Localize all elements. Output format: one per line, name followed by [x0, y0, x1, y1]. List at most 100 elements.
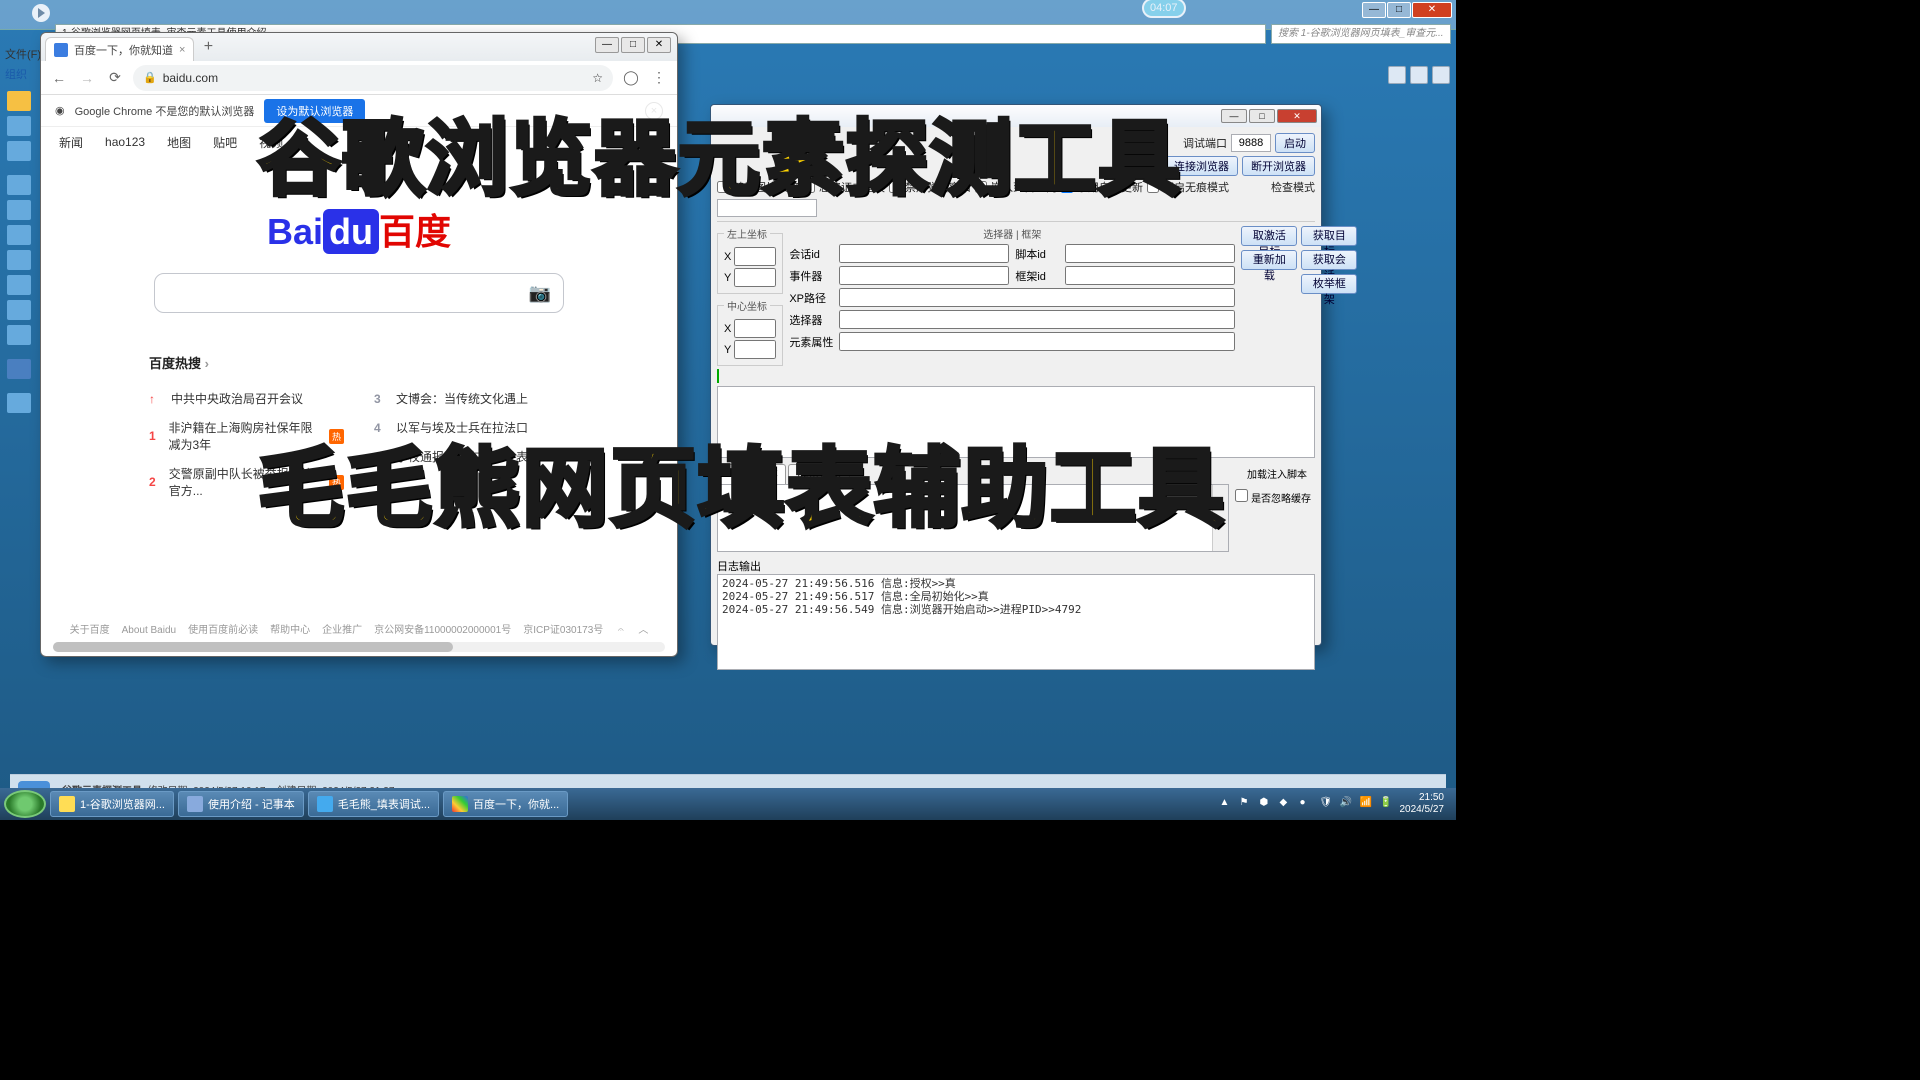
log-label: 日志输出 — [717, 558, 1315, 574]
frame-input[interactable] — [1065, 266, 1235, 285]
taskbar-item[interactable]: 1-谷歌浏览器网... — [50, 791, 174, 817]
volume-icon[interactable]: 🔊 — [1340, 797, 1354, 811]
explorer-menu[interactable]: 文件(F) — [5, 46, 41, 62]
script-input[interactable] — [1065, 244, 1235, 263]
folder-icon[interactable] — [7, 225, 31, 245]
clock[interactable]: 21:502024/5/27 — [1400, 792, 1445, 816]
reload-button[interactable]: 重新加载 — [1241, 250, 1297, 270]
topleft-coords: 左上坐标 X Y — [717, 226, 783, 294]
minimize-icon[interactable]: — — [595, 37, 619, 53]
profile-icon[interactable]: ◯ — [621, 68, 641, 88]
minimize-icon[interactable]: — — [1362, 2, 1386, 18]
port-input[interactable] — [1231, 134, 1271, 152]
battery-icon[interactable]: 🔋 — [1380, 797, 1394, 811]
overlay-title-1: 谷歌浏览器元素探测工具 — [258, 92, 1182, 211]
system-tray: ▲ ⚑ ⬢ ◆ ● 🛡 🔊 📶 🔋 21:502024/5/27 — [1220, 792, 1453, 816]
close-icon[interactable]: ✕ — [1412, 2, 1452, 18]
favorites-icon[interactable] — [7, 91, 31, 111]
tray-icon[interactable]: ● — [1300, 797, 1314, 811]
disconnect-button[interactable]: 断开浏览器 — [1242, 156, 1315, 176]
taskbar: 1-谷歌浏览器网... 使用介绍 - 记事本 毛毛熊_填表调试... 百度一下，… — [0, 788, 1456, 820]
folder-icon[interactable] — [7, 200, 31, 220]
tray-icon[interactable]: ◆ — [1280, 797, 1294, 811]
get-session-button[interactable]: 获取会话 — [1301, 250, 1357, 270]
camera-icon[interactable]: 📷 — [529, 283, 551, 304]
shield-icon[interactable]: 🛡 — [1320, 797, 1334, 811]
address-bar[interactable]: 🔒 baidu.com ☆ — [133, 65, 613, 91]
cy-input[interactable] — [734, 340, 776, 359]
tray-icon[interactable]: ▲ — [1220, 797, 1234, 811]
explorer-toolbar[interactable]: 组织 — [5, 66, 27, 82]
horizontal-scrollbar[interactable] — [53, 642, 665, 652]
infobar-text: Google Chrome 不是您的默认浏览器 — [75, 103, 255, 119]
maximize-icon[interactable]: □ — [1387, 2, 1411, 18]
attr-input[interactable] — [839, 332, 1235, 351]
taskbar-item[interactable]: 百度一下，你就... — [443, 791, 568, 817]
nav-link[interactable]: 地图 — [167, 134, 191, 151]
preview-icon[interactable] — [1410, 66, 1428, 84]
center-coords: 中心坐标 X Y — [717, 298, 783, 366]
hot-item[interactable]: ↑中共中央政治局召开会议 — [149, 384, 344, 413]
folder-icon[interactable] — [7, 116, 31, 136]
network-icon[interactable]: 📶 — [1360, 797, 1374, 811]
tab-title: 百度一下，你就知道 — [74, 42, 173, 58]
ignore-cache-check[interactable] — [1235, 489, 1248, 502]
new-tab-button[interactable]: + — [198, 37, 218, 57]
selector-input[interactable] — [839, 310, 1235, 329]
nav-link[interactable]: 贴吧 — [213, 134, 237, 151]
close-icon[interactable]: ✕ — [647, 37, 671, 53]
tray-icon[interactable]: ⚑ — [1240, 797, 1254, 811]
network-icon[interactable] — [7, 393, 31, 413]
enum-frame-button[interactable]: 枚举框架 — [1301, 274, 1357, 294]
maximize-icon[interactable]: □ — [1249, 109, 1275, 123]
menu-icon[interactable]: ⋮ — [649, 68, 669, 88]
taskbar-item[interactable]: 使用介绍 - 记事本 — [178, 791, 304, 817]
star-icon[interactable]: ☆ — [592, 71, 603, 85]
back-icon[interactable]: ← — [49, 68, 69, 88]
search-input[interactable]: 📷 — [154, 273, 564, 313]
app-icon — [317, 796, 333, 812]
folder-icon — [59, 796, 75, 812]
hot-item[interactable]: 3文博会：当传统文化遇上 — [374, 384, 569, 413]
explorer-window-controls: — □ ✕ — [1362, 2, 1452, 18]
maximize-icon[interactable]: □ — [621, 37, 645, 53]
lock-icon: 🔒 — [143, 71, 157, 84]
start-button[interactable] — [4, 790, 46, 818]
minimize-icon[interactable]: — — [1221, 109, 1247, 123]
help-icon[interactable] — [1432, 66, 1450, 84]
cx-input[interactable] — [734, 319, 776, 338]
event-input[interactable] — [839, 266, 1009, 285]
chrome-icon — [452, 796, 468, 812]
folder-icon[interactable] — [7, 300, 31, 320]
get-active-button[interactable]: 取激活目标 — [1241, 226, 1297, 246]
log-output[interactable]: 2024-05-27 21:49:56.516 信息:授权>>真 2024-05… — [717, 574, 1315, 670]
close-icon[interactable]: ✕ — [1277, 109, 1317, 123]
tab-close-icon[interactable]: × — [179, 44, 185, 56]
tray-icon[interactable]: ⬢ — [1260, 797, 1274, 811]
folder-icon[interactable] — [7, 141, 31, 161]
browser-tab[interactable]: 百度一下，你就知道 × — [45, 37, 194, 61]
get-target-button[interactable]: 获取目标 — [1301, 226, 1357, 246]
taskbar-item[interactable]: 毛毛熊_填表调试... — [308, 791, 439, 817]
folder-icon[interactable] — [7, 325, 31, 345]
chevron-up-icon[interactable]: ︿ — [638, 625, 648, 636]
nav-link[interactable]: hao123 — [105, 135, 145, 149]
nav-link[interactable]: 新闻 — [59, 134, 83, 151]
y-input[interactable] — [734, 268, 776, 287]
session-input[interactable] — [839, 244, 1009, 263]
overlay-title-2: 毛毛熊网页填表辅助工具 — [258, 418, 1226, 543]
xpath-input[interactable] — [839, 288, 1235, 307]
reload-icon[interactable]: ⟳ — [105, 68, 125, 88]
homegroup-icon[interactable] — [7, 359, 31, 379]
view-icon[interactable] — [1388, 66, 1406, 84]
folder-icon[interactable] — [7, 250, 31, 270]
accessibility-icon[interactable]: 𝄐 — [618, 625, 624, 636]
x-input[interactable] — [734, 247, 776, 266]
chrome-icon: ◉ — [55, 104, 65, 117]
forward-icon: → — [77, 68, 97, 88]
folder-icon[interactable] — [7, 275, 31, 295]
explorer-search[interactable]: 搜索 1-谷歌浏览器网页填表_审查元... — [1271, 24, 1451, 44]
hot-search-title[interactable]: 百度热搜 — [149, 353, 569, 372]
start-button[interactable]: 启动 — [1275, 133, 1315, 153]
library-icon[interactable] — [7, 175, 31, 195]
